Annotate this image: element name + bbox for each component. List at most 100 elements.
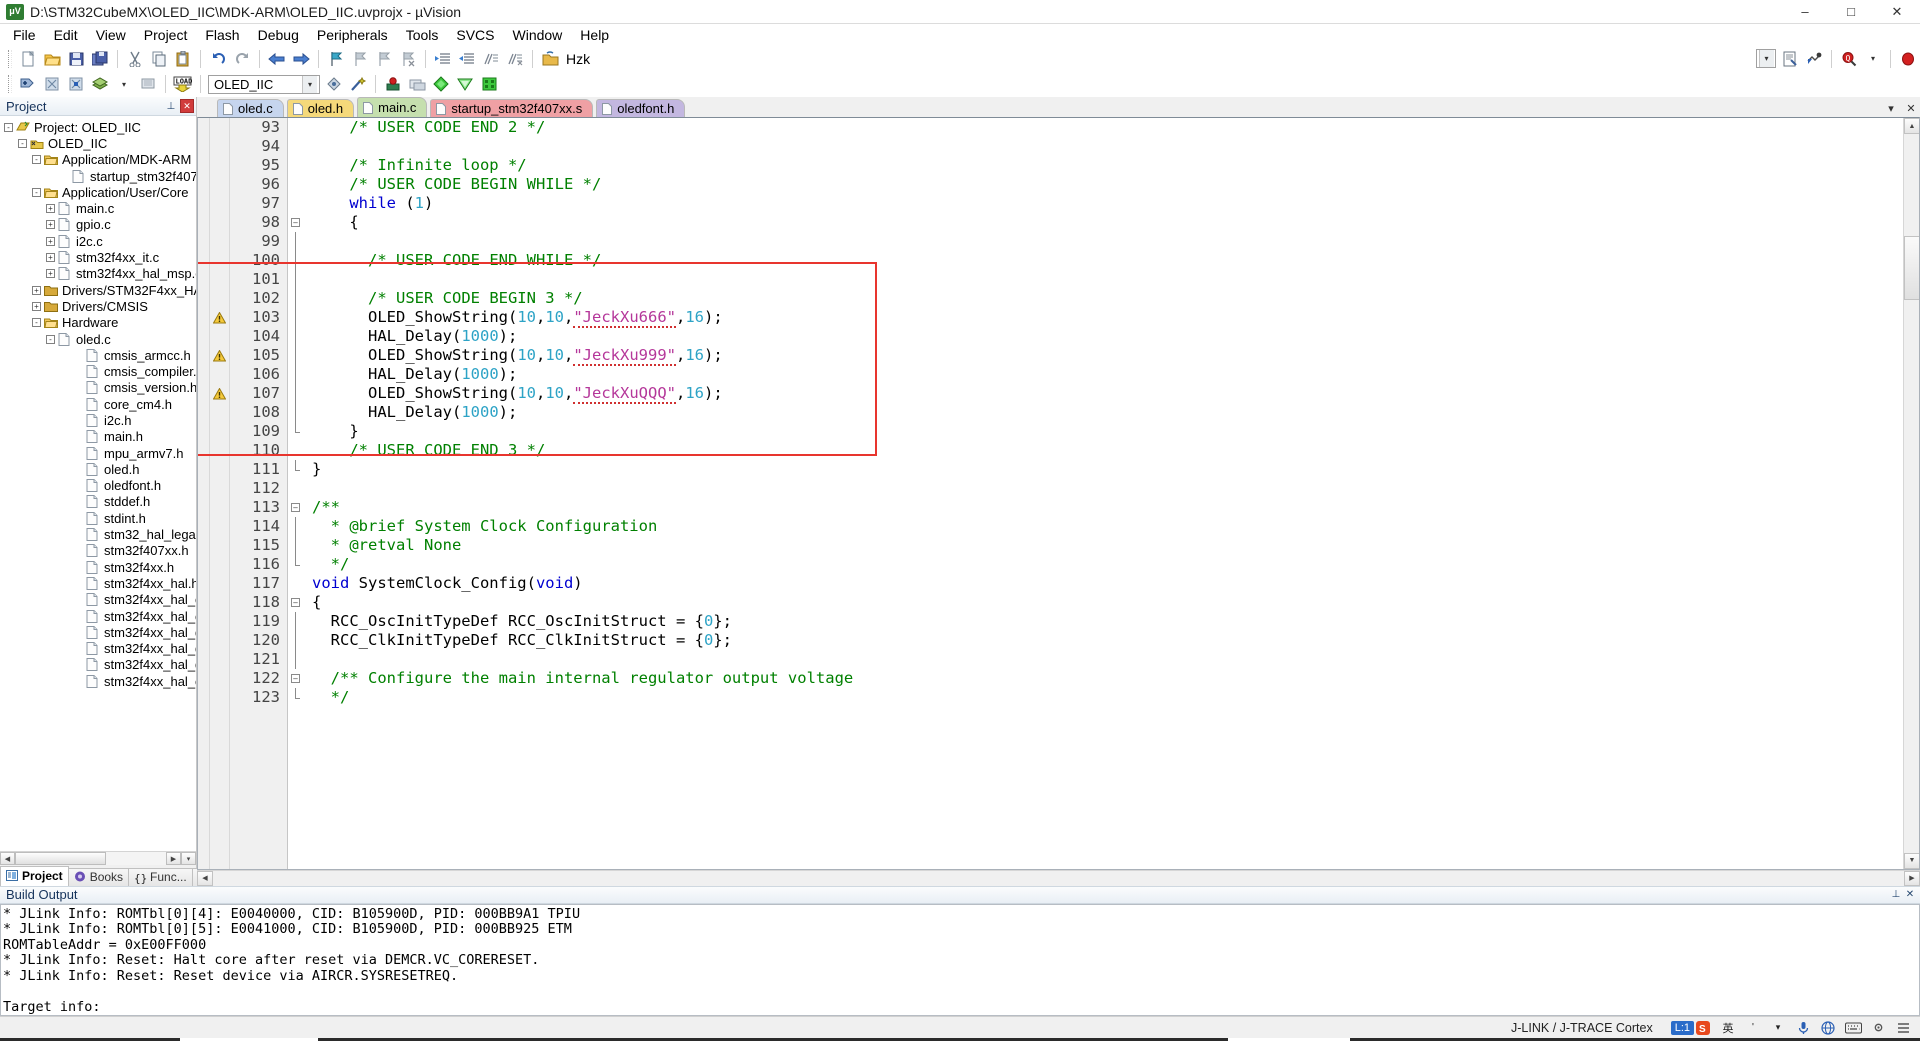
close-icon[interactable]: ✕ bbox=[180, 99, 194, 113]
code-editor[interactable]: 93 94 95 96 97 98 99 100 101 102 103 104 105 106 107 10… bbox=[197, 117, 1920, 870]
sogou-icon[interactable]: S bbox=[1694, 1019, 1712, 1037]
next-bookmark-icon[interactable] bbox=[373, 48, 395, 69]
code-line[interactable]: /** Configure the main internal regulato… bbox=[312, 669, 854, 688]
scroll-dropdown-icon[interactable]: ▾ bbox=[181, 852, 196, 865]
code-line[interactable]: /* USER CODE END 2 */ bbox=[312, 118, 545, 137]
stop-build2-icon[interactable] bbox=[137, 74, 159, 95]
expand-toggle-icon[interactable]: + bbox=[32, 285, 41, 295]
settings-icon[interactable] bbox=[1869, 1019, 1887, 1037]
batch-build-icon[interactable] bbox=[65, 74, 87, 95]
tree-item[interactable]: oledfont.h bbox=[0, 478, 196, 494]
code-text-area[interactable]: /* USER CODE END 2 */ /* Infinite loop *… bbox=[304, 118, 1903, 869]
code-line[interactable] bbox=[312, 479, 321, 498]
code-line[interactable]: while (1) bbox=[312, 194, 433, 213]
lang-en-icon[interactable]: 英 bbox=[1719, 1019, 1737, 1037]
indent-right-icon[interactable] bbox=[432, 48, 454, 69]
tree-item[interactable]: stm32f4xx.h bbox=[0, 559, 196, 575]
marker-gutter[interactable] bbox=[210, 118, 230, 869]
globe-icon[interactable] bbox=[1819, 1019, 1837, 1037]
mic-icon[interactable] bbox=[1794, 1019, 1812, 1037]
tree-item[interactable]: stm32f4xx_hal.h bbox=[0, 575, 196, 591]
navigate-forward-icon[interactable] bbox=[290, 48, 312, 69]
collapse-toggle-icon[interactable]: - bbox=[46, 334, 55, 344]
tree-item[interactable]: + Drivers/STM32F4xx_HAL bbox=[0, 282, 196, 298]
tree-item[interactable]: stm32f4xx_hal_def.h bbox=[0, 624, 196, 640]
code-line[interactable]: HAL_Delay(1000); bbox=[312, 403, 517, 422]
indent-left-icon[interactable] bbox=[456, 48, 478, 69]
collapse-toggle-icon[interactable]: - bbox=[32, 318, 41, 328]
code-line[interactable]: } bbox=[312, 460, 321, 479]
menu-tools[interactable]: Tools bbox=[397, 25, 448, 45]
build-icon[interactable] bbox=[17, 74, 39, 95]
tree-item[interactable]: i2c.h bbox=[0, 412, 196, 428]
toggle-bookmark-icon[interactable] bbox=[325, 48, 347, 69]
menu-window[interactable]: Window bbox=[504, 25, 572, 45]
magic-wand-icon[interactable] bbox=[347, 74, 369, 95]
tree-item[interactable]: cmsis_armcc.h bbox=[0, 347, 196, 363]
tree-hscrollbar[interactable]: ◀ ▶ ▾ bbox=[0, 850, 196, 866]
hscroll-right-arrow-icon[interactable]: ▶ bbox=[1904, 870, 1920, 886]
expand-toggle-icon[interactable]: + bbox=[46, 204, 55, 214]
menu-edit[interactable]: Edit bbox=[45, 25, 87, 45]
tree-item[interactable]: stm32_hal_legacy.h bbox=[0, 526, 196, 542]
menu-icon[interactable] bbox=[1894, 1019, 1912, 1037]
tree-item[interactable]: stm32f4xx_hal_dma.h bbox=[0, 641, 196, 657]
minimize-button[interactable]: – bbox=[1782, 0, 1828, 24]
code-line[interactable]: */ bbox=[312, 688, 350, 707]
redo-icon[interactable] bbox=[231, 48, 253, 69]
multi-project-icon[interactable] bbox=[430, 74, 452, 95]
code-line[interactable]: RCC_OscInitTypeDef RCC_OscInitStruct = {… bbox=[312, 612, 732, 631]
editor-tab-oledh[interactable]: oled.h bbox=[286, 99, 355, 117]
code-line[interactable]: { bbox=[312, 213, 358, 232]
navigate-back-icon[interactable] bbox=[266, 48, 288, 69]
comment-block-icon[interactable] bbox=[480, 48, 502, 69]
sidebar-tab-project[interactable]: Project bbox=[0, 865, 69, 886]
keyboard-icon[interactable] bbox=[1844, 1019, 1862, 1037]
tree-item[interactable]: - Project: OLED_IIC bbox=[0, 119, 196, 135]
warning-icon[interactable] bbox=[212, 311, 227, 324]
tree-item[interactable]: startup_stm32f407xx.s bbox=[0, 168, 196, 184]
code-line[interactable]: } bbox=[312, 422, 358, 441]
maximize-button[interactable]: □ bbox=[1828, 0, 1874, 24]
menu-svcs[interactable]: SVCS bbox=[447, 25, 503, 45]
fold-collapse-icon[interactable]: – bbox=[291, 674, 300, 683]
rebuild-icon[interactable] bbox=[41, 74, 63, 95]
translate-icon[interactable] bbox=[89, 74, 111, 95]
code-line[interactable]: /* Infinite loop */ bbox=[312, 156, 526, 175]
menu-peripherals[interactable]: Peripherals bbox=[308, 25, 397, 45]
tree-item[interactable]: stm32f4xx_hal_cortex.h bbox=[0, 608, 196, 624]
expand-toggle-icon[interactable]: + bbox=[32, 301, 41, 311]
tree-item[interactable]: stddef.h bbox=[0, 494, 196, 510]
code-line[interactable]: * @retval None bbox=[312, 536, 462, 555]
editor-hscrollbar[interactable]: ◀ ▶ bbox=[197, 869, 1920, 886]
new-file-icon[interactable] bbox=[17, 48, 39, 69]
fold-gutter[interactable]: – – – – bbox=[288, 118, 304, 869]
project-tree[interactable]: - Project: OLED_IIC - OLED_IIC - Application/… bbox=[0, 116, 196, 851]
code-line[interactable]: RCC_ClkInitTypeDef RCC_ClkInitStruct = {… bbox=[312, 631, 732, 650]
editor-tab-startupstm32f407xxs[interactable]: startup_stm32f407xx.s bbox=[430, 99, 594, 117]
code-line[interactable]: OLED_ShowString(10,10,"JeckXu666",16); bbox=[312, 308, 723, 328]
tree-item[interactable]: - Application/User/Core bbox=[0, 184, 196, 200]
pack-installer-icon[interactable] bbox=[406, 74, 428, 95]
tree-item[interactable]: stm32f4xx_hal_exti.h bbox=[0, 673, 196, 689]
code-line[interactable]: /* USER CODE END WHILE */ bbox=[312, 251, 601, 270]
fold-collapse-icon[interactable]: – bbox=[291, 218, 300, 227]
code-line[interactable] bbox=[312, 270, 321, 289]
tree-item[interactable]: stm32f407xx.h bbox=[0, 543, 196, 559]
expand-toggle-icon[interactable]: + bbox=[46, 253, 55, 263]
scroll-right-arrow-icon[interactable]: ▶ bbox=[166, 852, 181, 865]
tree-item[interactable]: stm32f4xx_hal_conf.h bbox=[0, 592, 196, 608]
menu-help[interactable]: Help bbox=[571, 25, 618, 45]
editor-tab-oledc[interactable]: oled.c bbox=[217, 99, 284, 117]
tree-item[interactable]: mpu_armv7.h bbox=[0, 445, 196, 461]
editor-vscrollbar[interactable]: ▲ ▼ bbox=[1903, 118, 1919, 869]
code-line[interactable]: OLED_ShowString(10,10,"JeckXuQQQ",16); bbox=[312, 384, 723, 404]
code-line[interactable]: /* USER CODE BEGIN WHILE */ bbox=[312, 175, 601, 194]
toolbar-grip[interactable] bbox=[8, 49, 12, 68]
save-all-icon[interactable] bbox=[89, 48, 111, 69]
chevron-icon[interactable]: ▾ bbox=[1769, 1019, 1787, 1037]
tree-item[interactable]: - Application/MDK-ARM bbox=[0, 152, 196, 168]
hscroll-left-arrow-icon[interactable]: ◀ bbox=[197, 870, 213, 886]
configure-icon[interactable] bbox=[1779, 48, 1801, 69]
tree-item[interactable]: main.h bbox=[0, 429, 196, 445]
